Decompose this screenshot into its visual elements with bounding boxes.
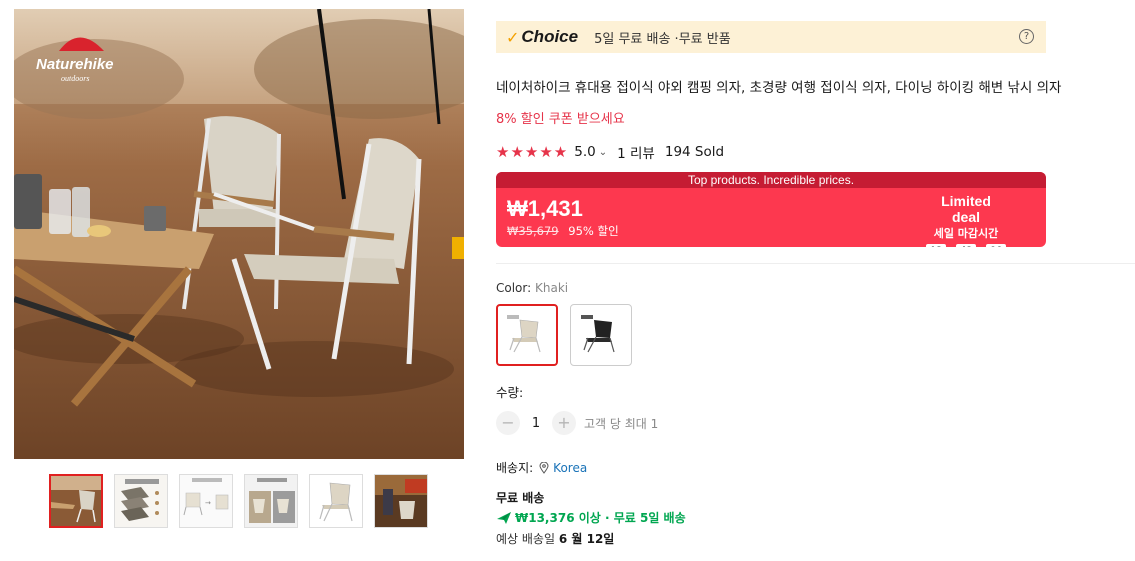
quantity-stepper: − 1 + 고객 당 최대 1 (496, 411, 658, 435)
camping-chair-photo: Naturehike outdoors (14, 9, 464, 459)
rating-row: ★★★★★ 5.0 ⌄ 1 리뷰 194 Sold (496, 142, 724, 162)
exploded-view-thumb-icon (115, 475, 167, 527)
color-label-text: Color: (496, 281, 532, 295)
original-price: ₩35,679 (507, 224, 559, 238)
limited-deal-panel: Top products. Incredible prices. ₩1,431 … (496, 172, 1046, 247)
thumbnail-5[interactable] (309, 474, 363, 528)
black-chair-icon (581, 315, 615, 353)
quantity-value[interactable]: 1 (520, 416, 552, 431)
folded-chairs-thumb-icon: → (180, 475, 232, 527)
thumbnail-1[interactable] (49, 474, 103, 528)
section-divider (496, 263, 1135, 264)
delivery-estimate-label: 예상 배송일 (496, 532, 556, 546)
color-option-black[interactable] (570, 304, 632, 366)
khaki-chair-thumb-icon (310, 475, 362, 527)
choice-banner: ✓ Choice 5일 무료 배송 ·무료 반품 ? (496, 21, 1046, 53)
quantity-label: 수량: (496, 385, 524, 400)
sale-price: ₩1,431 (507, 196, 583, 221)
quantity-max-note: 고객 당 최대 1 (584, 416, 659, 431)
free-shipping-title: 무료 배송 (496, 491, 545, 505)
thumbnail-6[interactable] (374, 474, 428, 528)
quantity-decrease-button[interactable]: − (496, 411, 520, 435)
chair-scene-thumb-icon (51, 476, 101, 526)
thumbnail-strip: → (49, 474, 428, 528)
comparison-thumb-icon (245, 475, 297, 527)
color-options (496, 304, 632, 366)
original-price-row: ₩35,679 95% 할인 (507, 223, 619, 239)
choice-shipping-text: 5일 무료 배송 ·무료 반품 (594, 31, 731, 47)
ship-from-label: 배송지: (496, 461, 534, 475)
ship-from-country[interactable]: Korea (553, 461, 587, 475)
ship-from-row: 배송지: Korea (496, 459, 587, 476)
limited-deal-timer: Limited deal 세일 마감시간 18 : 43 : 06 (926, 193, 1007, 247)
khaki-chair-icon (507, 315, 541, 353)
outdoor-scene-thumb-icon (375, 475, 427, 527)
countdown-minutes: 43 (956, 244, 976, 247)
svg-text:→: → (205, 499, 211, 507)
deal-banner: Top products. Incredible prices. (496, 172, 1046, 188)
star-rating-icon: ★★★★★ (496, 143, 569, 161)
choice-badge: Choice (521, 27, 579, 46)
countdown-hours: 18 (926, 244, 946, 247)
main-product-image[interactable]: Naturehike outdoors (14, 9, 464, 459)
countdown-seconds: 06 (986, 244, 1007, 247)
free-shipping-condition: ₩13,376 이상 · 무료 5일 배송 (496, 509, 686, 526)
thumbnail-2[interactable] (114, 474, 168, 528)
airplane-icon (497, 511, 511, 524)
color-option-khaki[interactable] (496, 304, 558, 366)
coupon-link[interactable]: 8% 할인 쿠폰 받으세요 (496, 108, 625, 127)
color-label: Color: Khaki (496, 281, 568, 295)
brand-logo-subtext: outdoors (61, 74, 89, 83)
help-icon[interactable]: ? (1019, 29, 1034, 44)
delivery-estimate: 예상 배송일 6 월 12일 (496, 530, 614, 547)
discount-percent: 95% 할인 (568, 224, 619, 238)
location-pin-icon (539, 461, 549, 474)
chevron-down-icon[interactable]: ⌄ (599, 147, 607, 158)
countdown: 18 : 43 : 06 (926, 244, 1007, 247)
sold-count: 194 Sold (664, 144, 725, 160)
thumbnail-3[interactable]: → (179, 474, 233, 528)
sale-ends-label: 세일 마감시간 (933, 227, 999, 240)
quantity-increase-button[interactable]: + (552, 411, 576, 435)
countdown-separator: : (949, 245, 953, 247)
checkmark-icon: ✓ (506, 27, 520, 47)
countdown-separator: : (979, 245, 983, 247)
brand-logo-text: Naturehike (36, 56, 114, 73)
review-count[interactable]: 1 리뷰 (617, 142, 655, 162)
free-shipping-text: ₩13,376 이상 · 무료 5일 배송 (515, 511, 686, 525)
limited-deal-title: Limited deal (941, 193, 991, 225)
thumbnail-4[interactable] (244, 474, 298, 528)
delivery-estimate-date: 6 월 12일 (558, 532, 615, 546)
color-selected-value: Khaki (535, 281, 569, 295)
rating-value[interactable]: 5.0 (574, 144, 595, 160)
product-title: 네이처하이크 휴대용 접이식 야외 캠핑 의자, 초경량 여행 접이식 의자, … (496, 80, 1062, 96)
